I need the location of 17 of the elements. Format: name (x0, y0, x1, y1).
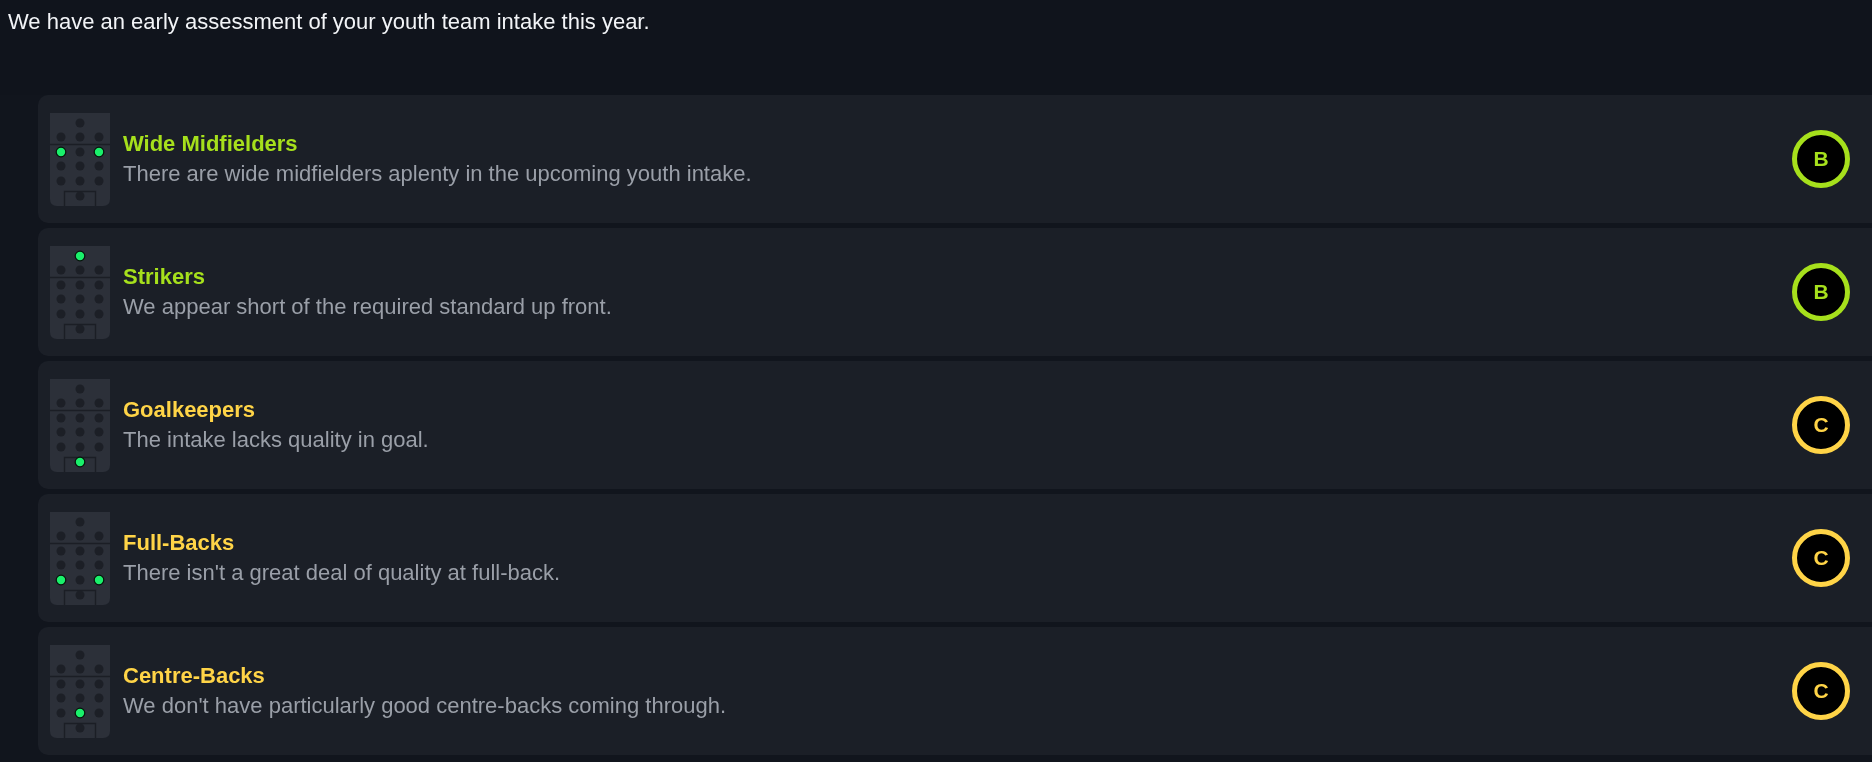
category-title: Centre-Backs (123, 662, 265, 690)
grade-badge: C (1792, 662, 1850, 720)
goal-area-marking (63, 456, 97, 472)
category-description: There isn't a great deal of quality at full-back. (123, 559, 561, 587)
category-title: Wide Midfielders (123, 130, 298, 158)
category-description: We don't have particularly good centre-backs coming through. (123, 692, 726, 720)
grade-badge: C (1792, 396, 1850, 454)
intro-message: We have an early assessment of your youth team intake this year. (8, 8, 650, 36)
grade-badge: C (1792, 529, 1850, 587)
category-description: We appear short of the required standard up front. (123, 293, 612, 321)
category-description: There are wide midfielders aplenty in the upcoming youth intake. (123, 160, 752, 188)
category-description: The intake lacks quality in goal. (123, 426, 429, 454)
category-title: Full-Backs (123, 529, 235, 557)
grade-badge: B (1792, 263, 1850, 321)
category-title: Goalkeepers (123, 396, 256, 424)
category-title: Strikers (123, 263, 205, 291)
grade-badge: B (1792, 130, 1850, 188)
